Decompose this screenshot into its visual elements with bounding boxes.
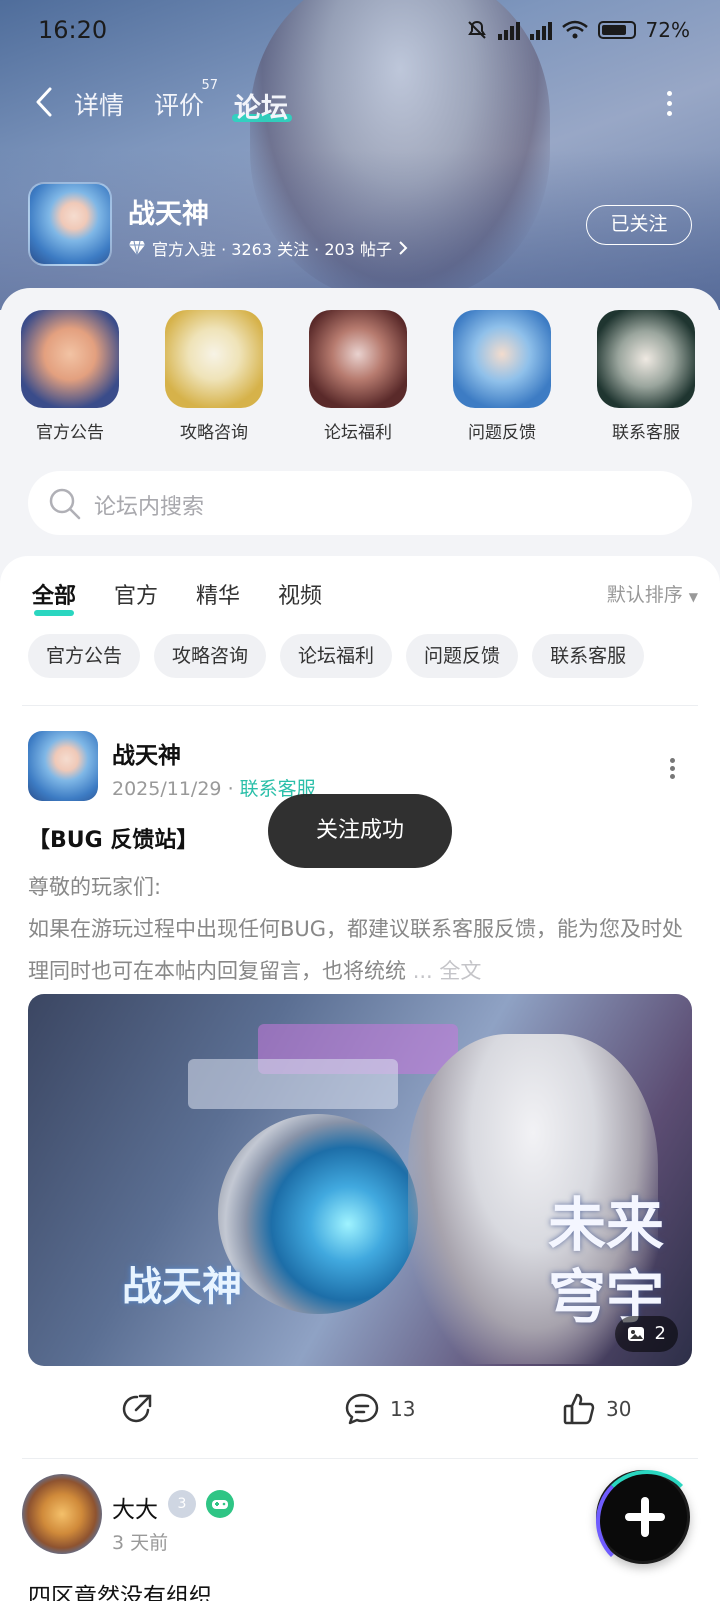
category-chips: 官方公告 攻略咨询 论坛福利 问题反馈 联系客服 — [28, 634, 645, 678]
thumbs-up-icon — [563, 1393, 595, 1425]
post2-time: 3 天前 — [112, 1532, 169, 1554]
feed-tab-video[interactable]: 视频 — [278, 578, 322, 610]
signal-icon — [529, 20, 552, 40]
quick-entry-image — [453, 310, 551, 408]
game-meta[interactable]: 官方入驻 · 3263 关注 · 203 帖子 — [128, 236, 408, 260]
post-actions: 13 30 — [0, 1392, 720, 1442]
chevron-right-icon — [399, 241, 408, 255]
feed-tab-all[interactable]: 全部 — [32, 578, 76, 616]
post2-author-name[interactable]: 大大 — [112, 1490, 158, 1524]
chip-guides[interactable]: 攻略咨询 — [154, 634, 267, 678]
wifi-icon — [561, 20, 588, 39]
post-author-avatar[interactable] — [28, 731, 98, 801]
status-time: 16:20 — [38, 16, 108, 44]
like-count: 30 — [606, 1397, 632, 1421]
chip-welfare[interactable]: 论坛福利 — [280, 634, 393, 678]
quick-entry-welfare[interactable]: 论坛福利 — [308, 310, 408, 443]
feed-tab-official[interactable]: 官方 — [114, 578, 158, 610]
divider — [22, 705, 698, 706]
back-arrow-icon[interactable] — [30, 84, 60, 120]
post-date-line: 2025/11/29 · 联系客服 — [112, 778, 316, 800]
search-icon — [49, 488, 81, 520]
image-game-logo: 战天神 — [122, 1264, 242, 1310]
comment-count: 13 — [390, 1397, 416, 1421]
quick-entry-announcements[interactable]: 官方公告 — [20, 310, 120, 443]
post-body[interactable]: 尊敬的玩家们: 如果在游玩过程中出现任何BUG，都建议联系客服反馈，能为您及时处… — [28, 866, 694, 992]
chip-announcements[interactable]: 官方公告 — [28, 634, 141, 678]
status-bar: 16:20 72% — [0, 0, 720, 66]
quick-entry-image — [21, 310, 119, 408]
post-image[interactable]: 战天神 未来穹宇 2 — [28, 994, 692, 1366]
post-title[interactable]: 【BUG 反馈站】 — [28, 822, 198, 854]
game-icon[interactable] — [28, 182, 112, 266]
image-title-text: 未来穹宇 — [548, 1191, 665, 1331]
image-robot-figure — [218, 1114, 418, 1314]
comment-icon — [345, 1393, 379, 1425]
gamer-badge-icon — [206, 1490, 234, 1518]
more-options-icon[interactable] — [664, 88, 674, 118]
post2-author-avatar[interactable] — [22, 1474, 102, 1554]
battery-level: 72% — [645, 18, 690, 42]
battery-icon — [597, 21, 636, 39]
top-nav: 详情 评价 57 论坛 — [0, 78, 720, 128]
divider — [22, 1458, 698, 1459]
tab-reviews[interactable]: 评价 57 — [154, 78, 218, 122]
quick-entry-image — [309, 310, 407, 408]
tab-forum[interactable]: 论坛 — [234, 86, 288, 125]
share-icon — [122, 1394, 152, 1423]
quick-entry-feedback[interactable]: 问题反馈 — [452, 310, 552, 443]
caret-down-icon: ▼ — [688, 590, 698, 604]
search-input[interactable]: 论坛内搜索 — [94, 489, 204, 521]
comment-button[interactable]: 13 — [344, 1392, 415, 1426]
like-button[interactable]: 30 — [562, 1392, 631, 1426]
follow-button[interactable]: 已关注 — [586, 205, 692, 245]
sort-dropdown[interactable]: 默认排序 ▼ — [607, 580, 698, 607]
reviews-count-badge: 57 — [201, 78, 219, 93]
toast-message: 关注成功 — [268, 794, 452, 868]
quick-entry-image — [597, 310, 695, 408]
feed-tab-featured[interactable]: 精华 — [196, 578, 240, 610]
post-author-name[interactable]: 战天神 — [112, 736, 181, 770]
quick-entry-image — [165, 310, 263, 408]
image-count-badge: 2 — [614, 1316, 678, 1352]
quick-entry-guides[interactable]: 攻略咨询 — [164, 310, 264, 443]
tab-details[interactable]: 详情 — [74, 86, 124, 122]
chip-support[interactable]: 联系客服 — [532, 634, 645, 678]
gallery-icon — [627, 1327, 644, 1341]
user-level-badge: 3 — [168, 1490, 196, 1518]
diamond-icon — [129, 240, 145, 256]
signal-icon — [497, 20, 520, 40]
quick-entry-support[interactable]: 联系客服 — [596, 310, 696, 443]
game-name: 战天神 — [128, 199, 209, 230]
feed-tabs: 全部 官方 精华 视频 — [32, 578, 322, 616]
chip-feedback[interactable]: 问题反馈 — [406, 634, 519, 678]
search-bar[interactable]: 论坛内搜索 — [28, 471, 692, 535]
share-button[interactable] — [120, 1392, 154, 1426]
post2-title[interactable]: 四区竟然没有组织 — [28, 1577, 212, 1601]
post-more-icon[interactable] — [668, 756, 676, 780]
read-more-link[interactable]: ... 全文 — [413, 959, 482, 983]
mute-icon — [467, 20, 486, 39]
create-post-button[interactable] — [596, 1470, 698, 1572]
